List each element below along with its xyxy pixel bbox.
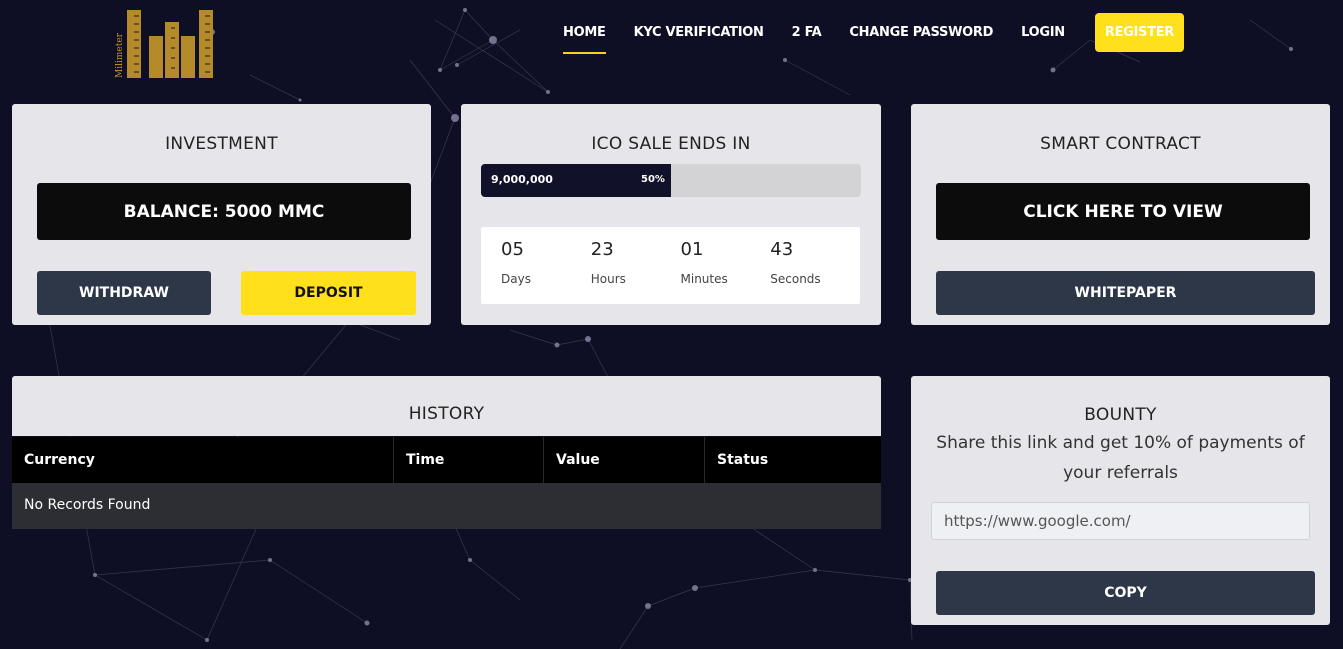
nav-home[interactable]: HOME bbox=[563, 17, 606, 54]
history-header: HISTORY bbox=[12, 376, 881, 436]
countdown-seconds-value: 43 bbox=[770, 239, 794, 260]
history-table: Currency Time Value Status No Records Fo… bbox=[12, 437, 881, 529]
ruler-logo-icon bbox=[127, 10, 213, 78]
countdown-days-value: 05 bbox=[501, 239, 524, 260]
history-title: HISTORY bbox=[408, 404, 485, 424]
referral-link-input[interactable] bbox=[931, 502, 1310, 540]
countdown-timer: 05 Days 23 Hours 01 Minutes 43 Seconds bbox=[481, 227, 860, 304]
view-contract-button[interactable]: CLICK HERE TO VIEW bbox=[936, 183, 1310, 240]
header: Milimeter HOME KYC VERIFICATION 2 FA CHA… bbox=[0, 0, 1343, 80]
bounty-description: Share this link and get 10% of payments … bbox=[936, 433, 1305, 483]
countdown-minutes: 01 Minutes bbox=[681, 227, 771, 304]
investment-card: INVESTMENT BALANCE: 5000 MMC WITHDRAW DE… bbox=[12, 104, 431, 325]
withdraw-button[interactable]: WITHDRAW bbox=[37, 271, 211, 315]
column-currency: Currency bbox=[12, 437, 394, 483]
ico-progress-amount: 9,000,000 bbox=[491, 173, 553, 186]
register-button[interactable]: REGISTER bbox=[1094, 12, 1184, 52]
brand-logo[interactable]: Milimeter bbox=[115, 8, 215, 80]
investment-title: INVESTMENT bbox=[165, 134, 278, 154]
empty-table-row: No Records Found bbox=[12, 483, 881, 529]
deposit-button[interactable]: DEPOSIT bbox=[241, 271, 416, 315]
ico-progress-percent: 50% bbox=[641, 174, 665, 185]
column-time: Time bbox=[394, 437, 544, 483]
countdown-hours-label: Hours bbox=[590, 272, 626, 286]
copy-button[interactable]: COPY bbox=[936, 571, 1315, 615]
countdown-hours: 23 Hours bbox=[591, 227, 681, 304]
smart-contract-title: SMART CONTRACT bbox=[1040, 134, 1201, 154]
countdown-seconds-label: Seconds bbox=[770, 272, 821, 286]
bounty-card: BOUNTY Share this link and get 10% of pa… bbox=[911, 376, 1330, 625]
nav-2fa[interactable]: 2 FA bbox=[792, 17, 822, 48]
table-header-row: Currency Time Value Status bbox=[12, 437, 881, 483]
countdown-days: 05 Days bbox=[501, 227, 591, 304]
whitepaper-button[interactable]: WHITEPAPER bbox=[936, 271, 1315, 315]
balance-display: BALANCE: 5000 MMC bbox=[37, 183, 411, 240]
countdown-hours-value: 23 bbox=[590, 239, 614, 260]
nav-kyc-verification[interactable]: KYC VERIFICATION bbox=[634, 17, 764, 48]
main-nav: HOME KYC VERIFICATION 2 FA CHANGE PASSWO… bbox=[549, 12, 1184, 54]
countdown-minutes-value: 01 bbox=[680, 239, 704, 260]
countdown-days-label: Days bbox=[501, 272, 531, 286]
ico-progress-bar: 9,000,000 50% bbox=[481, 164, 861, 197]
countdown-minutes-label: Minutes bbox=[680, 272, 728, 286]
nav-change-password[interactable]: CHANGE PASSWORD bbox=[849, 17, 993, 48]
smart-contract-card: SMART CONTRACT CLICK HERE TO VIEW WHITEP… bbox=[911, 104, 1330, 325]
countdown-seconds: 43 Seconds bbox=[770, 227, 860, 304]
column-status: Status bbox=[717, 452, 769, 468]
ico-sale-card: ICO SALE ENDS IN 9,000,000 50% 05 Days 2… bbox=[461, 104, 881, 325]
ico-sale-title: ICO SALE ENDS IN bbox=[591, 134, 751, 154]
column-value: Value bbox=[544, 437, 705, 483]
nav-login[interactable]: LOGIN bbox=[1021, 17, 1065, 48]
bounty-title: BOUNTY bbox=[1084, 405, 1157, 425]
